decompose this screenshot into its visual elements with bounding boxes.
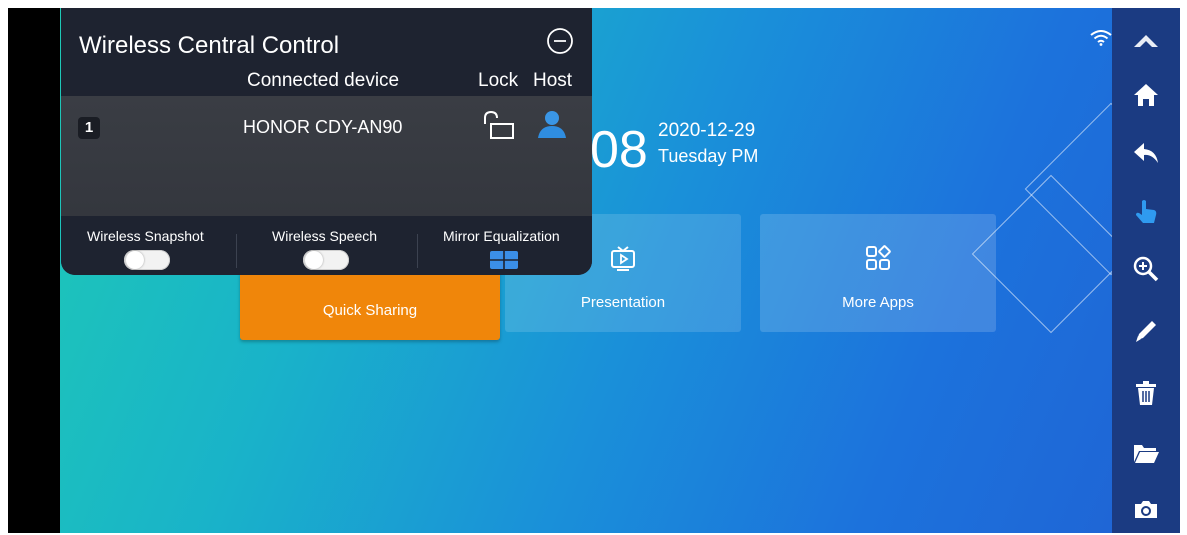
side-toolbar bbox=[1112, 8, 1180, 533]
lock-header: Lock bbox=[478, 70, 519, 91]
quick-sharing-label: Quick Sharing bbox=[322, 302, 418, 319]
toolbar-pen-button[interactable] bbox=[1129, 314, 1163, 348]
toolbar-camera-button[interactable] bbox=[1129, 492, 1163, 526]
host-user-icon[interactable] bbox=[536, 108, 568, 140]
divider bbox=[236, 234, 237, 268]
wireless-snapshot-toggle[interactable] bbox=[124, 250, 170, 270]
wireless-speech-toggle[interactable] bbox=[303, 250, 349, 270]
divider bbox=[417, 234, 418, 268]
panel-title: Wireless Central Control bbox=[79, 32, 340, 59]
more-apps-label: More Apps bbox=[842, 294, 914, 311]
unlock-icon[interactable] bbox=[482, 110, 516, 140]
wireless-central-control-panel: Wireless Central Control Connected devic… bbox=[61, 8, 592, 275]
wifi-icon bbox=[1090, 30, 1112, 46]
panel-options-bar: Wireless Snapshot Wireless Speech Mirror… bbox=[61, 216, 592, 275]
clock-date: 2020-12-29 bbox=[658, 120, 756, 141]
device-name: HONOR CDY-AN90 bbox=[243, 117, 403, 137]
screen: 08 2020-12-29 Tuesday PM Quick Sharing P… bbox=[8, 8, 1180, 533]
minimize-icon[interactable] bbox=[545, 26, 575, 56]
host-header: Host bbox=[533, 70, 573, 91]
back-icon bbox=[1134, 143, 1158, 163]
clock-time: 08 bbox=[590, 121, 648, 179]
wireless-snapshot-label: Wireless Snapshot bbox=[87, 228, 204, 244]
mirror-equalization-icon[interactable] bbox=[489, 250, 519, 270]
pen-icon bbox=[1136, 321, 1156, 342]
zoom-in-icon bbox=[1133, 256, 1159, 282]
collapse-icon bbox=[1134, 35, 1158, 47]
wireless-speech-label: Wireless Speech bbox=[272, 228, 378, 244]
clock-day: Tuesday PM bbox=[658, 146, 759, 166]
connected-device-header: Connected device bbox=[247, 70, 400, 91]
toolbar-home-button[interactable] bbox=[1129, 78, 1163, 112]
device-index: 1 bbox=[78, 117, 100, 139]
folder-icon bbox=[1134, 445, 1159, 463]
toolbar-back-button[interactable] bbox=[1129, 136, 1163, 170]
toolbar-zoom-button[interactable] bbox=[1129, 252, 1163, 286]
home-icon bbox=[1134, 84, 1158, 106]
toolbar-trash-button[interactable] bbox=[1129, 376, 1163, 410]
toolbar-collapse-button[interactable] bbox=[1129, 24, 1163, 58]
presentation-label: Presentation bbox=[580, 294, 666, 311]
toolbar-folder-button[interactable] bbox=[1129, 436, 1163, 470]
device-list: 1 HONOR CDY-AN90 bbox=[61, 96, 592, 216]
camera-icon bbox=[1135, 501, 1157, 518]
toolbar-touch-button[interactable] bbox=[1129, 194, 1163, 228]
mirror-equalization-label: Mirror Equalization bbox=[443, 228, 560, 244]
presentation-icon bbox=[611, 246, 635, 271]
apps-grid-icon bbox=[866, 245, 891, 270]
touch-icon bbox=[1136, 200, 1157, 223]
trash-icon bbox=[1136, 381, 1156, 405]
more-apps-tile[interactable]: More Apps bbox=[760, 214, 996, 332]
